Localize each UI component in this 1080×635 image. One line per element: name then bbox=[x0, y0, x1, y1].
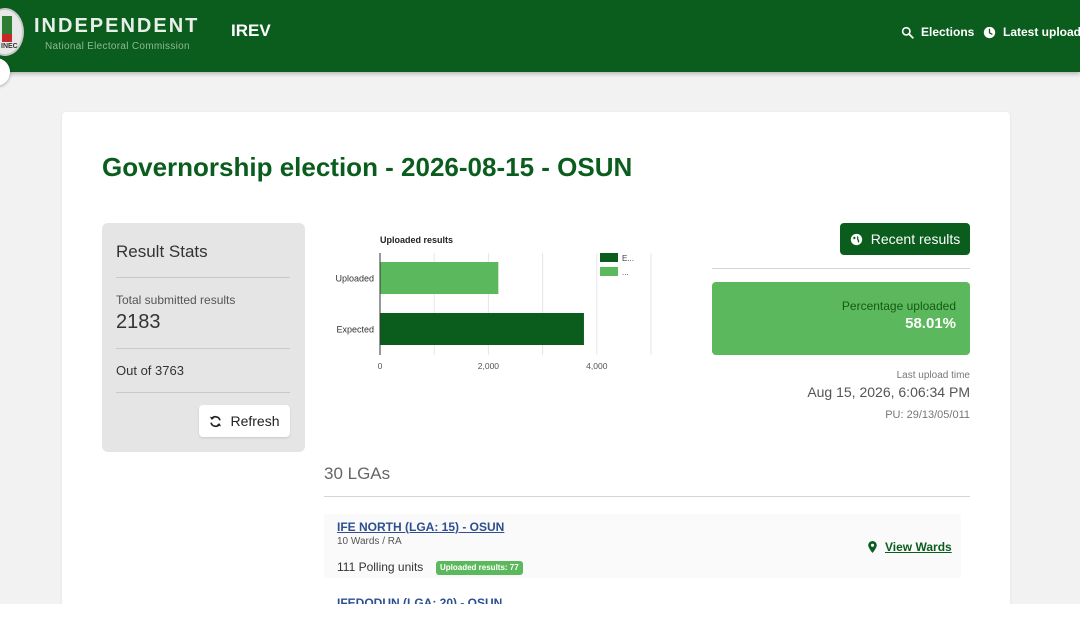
page-title: Governorship election - 2026-08-15 - OSU… bbox=[102, 152, 633, 182]
nav-latest-label: Latest uploads bbox=[1003, 25, 1080, 39]
globe-icon bbox=[850, 233, 862, 245]
legend-swatch bbox=[600, 267, 618, 276]
uploaded-results-chart: Uploaded results Uploaded Expected 0 2,000 4,… bbox=[335, 235, 652, 371]
last-upload-label: Last upload time bbox=[896, 370, 970, 381]
stats-heading: Result Stats bbox=[116, 242, 208, 261]
total-submitted-value: 2183 bbox=[116, 311, 161, 333]
clock-icon bbox=[983, 26, 996, 38]
lga-count: 30 LGAs bbox=[324, 464, 391, 483]
chart-title: Uploaded results bbox=[380, 235, 453, 245]
out-of-total: Out of 3763 bbox=[116, 363, 184, 378]
legend-label: ... bbox=[622, 268, 629, 277]
view-wards-link[interactable]: View Wards bbox=[868, 540, 952, 554]
y-tick-label: Expected bbox=[336, 325, 374, 335]
percentage-uploaded-box: Percentage uploaded 58.01% bbox=[712, 282, 970, 355]
search-icon bbox=[901, 26, 914, 39]
nav-elections[interactable]: Elections bbox=[901, 25, 974, 39]
divider bbox=[116, 392, 290, 393]
divider bbox=[712, 268, 970, 269]
x-tick-label: 2,000 bbox=[478, 361, 500, 371]
lga-wards: 10 Wards / RA bbox=[337, 536, 402, 547]
logo-text: INEC bbox=[1, 43, 18, 50]
lga-polling-units: 111 Polling units bbox=[337, 560, 424, 574]
brand-subtitle: National Electoral Commission bbox=[45, 41, 190, 52]
recent-results-label: Recent results bbox=[870, 231, 961, 247]
result-stats-panel: Result Stats Total submitted results 218… bbox=[102, 223, 305, 452]
divider bbox=[116, 348, 290, 349]
logo-stripe-red bbox=[2, 34, 12, 42]
bottom-strip bbox=[0, 604, 1080, 635]
uploaded-results-badge: Uploaded results: 77 bbox=[436, 561, 523, 575]
refresh-icon bbox=[210, 415, 222, 427]
y-tick-label: Uploaded bbox=[335, 274, 374, 284]
logo-stripe-green bbox=[2, 16, 12, 34]
top-header: INEC INDEPENDENT National Electoral Comm… bbox=[0, 0, 1080, 72]
recent-results-button[interactable]: Recent results bbox=[840, 223, 970, 255]
bar-expected bbox=[380, 313, 584, 345]
inec-logo[interactable]: INEC bbox=[0, 8, 24, 56]
legend-label: E... bbox=[622, 254, 634, 263]
list-item: IFE NORTH (LGA: 15) - OSUN 10 Wards / RA… bbox=[324, 514, 961, 578]
nav-elections-label: Elections bbox=[921, 25, 975, 39]
divider bbox=[324, 496, 970, 497]
main-card: Governorship election - 2026-08-15 - OSU… bbox=[62, 112, 1010, 612]
legend-swatch bbox=[600, 253, 618, 262]
divider bbox=[116, 277, 290, 278]
map-pin-icon bbox=[868, 541, 877, 553]
last-upload-pu: PU: 29/13/05/011 bbox=[885, 409, 970, 421]
x-tick-label: 0 bbox=[378, 361, 383, 371]
view-wards-label: View Wards bbox=[885, 540, 952, 554]
nav-irev[interactable]: IREV bbox=[231, 21, 271, 41]
last-upload-time: Aug 15, 2026, 6:06:34 PM bbox=[807, 384, 970, 400]
total-submitted-label: Total submitted results bbox=[116, 293, 236, 307]
refresh-label: Refresh bbox=[230, 413, 280, 429]
lga-name-link[interactable]: IFE NORTH (LGA: 15) - OSUN bbox=[337, 520, 504, 534]
percentage-uploaded-value: 58.01% bbox=[905, 315, 956, 332]
nav-latest-uploads[interactable]: Latest uploads bbox=[983, 25, 1080, 39]
bar-uploaded bbox=[380, 262, 499, 294]
brand-title: INDEPENDENT bbox=[34, 15, 200, 37]
percentage-uploaded-label: Percentage uploaded bbox=[841, 299, 956, 313]
x-tick-label: 4,000 bbox=[586, 361, 608, 371]
refresh-button[interactable]: Refresh bbox=[199, 405, 290, 437]
